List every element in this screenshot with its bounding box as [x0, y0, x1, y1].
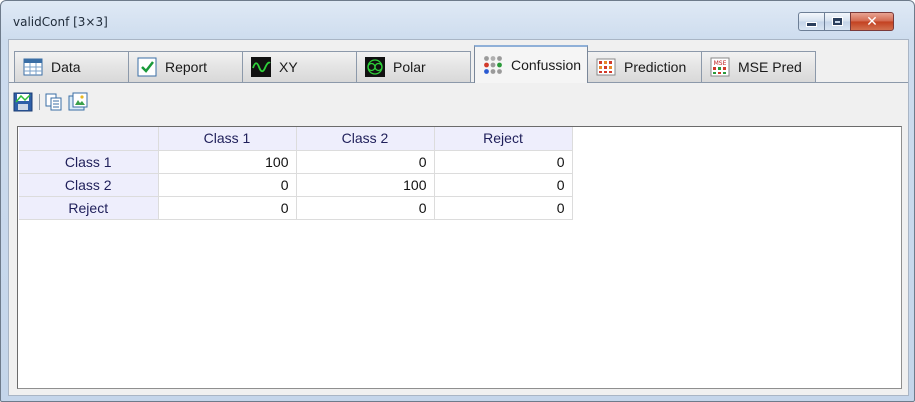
xy-wave-icon: [251, 57, 271, 77]
window-controls: ✕: [798, 12, 894, 32]
row-header[interactable]: Class 2: [19, 173, 159, 197]
close-button[interactable]: ✕: [850, 12, 894, 31]
table-row: Class 2 0 100 0: [19, 173, 573, 197]
toolbar: [13, 91, 92, 113]
copy-icon: [44, 93, 64, 116]
tab-label: Report: [165, 59, 208, 75]
app-window: validConf [3×3] ✕ Data Report XY Polar C…: [0, 0, 915, 402]
column-header[interactable]: Reject: [434, 127, 573, 151]
confusion-matrix-table: Class 1 Class 2 Reject Class 1 100 0 0 C…: [19, 127, 573, 220]
table-cell[interactable]: 100: [158, 150, 297, 174]
tab-prediction[interactable]: Prediction: [587, 51, 702, 82]
tab-data[interactable]: Data: [14, 51, 129, 82]
polar-plot-icon: [365, 57, 385, 77]
table-row: Reject 0 0 0: [19, 196, 573, 220]
close-icon: ✕: [866, 13, 878, 30]
tab-strip: Data Report XY Polar Confussion Predicti…: [9, 45, 908, 83]
tab-polar[interactable]: Polar: [356, 51, 471, 82]
prediction-grid-icon: [596, 57, 616, 77]
mse-pred-icon: MSE: [710, 57, 730, 77]
tab-label: XY: [279, 59, 298, 75]
header-row: Class 1 Class 2 Reject: [19, 127, 573, 151]
tab-label: Confussion: [511, 57, 582, 73]
table-cell[interactable]: 0: [296, 150, 435, 174]
export-image-button[interactable]: [68, 92, 88, 112]
minimize-icon: [806, 22, 817, 27]
column-header[interactable]: Class 2: [296, 127, 435, 151]
window-title: validConf [3×3]: [13, 15, 108, 29]
row-header[interactable]: Class 1: [19, 150, 159, 174]
tab-label: Prediction: [624, 59, 687, 75]
tab-xy[interactable]: XY: [242, 51, 357, 82]
tab-label: Data: [51, 59, 81, 75]
svg-text:MSE: MSE: [714, 60, 727, 67]
table-cell[interactable]: 0: [296, 196, 435, 220]
tab-label: Polar: [393, 59, 426, 75]
tab-report[interactable]: Report: [128, 51, 243, 82]
confusion-dots-icon: [483, 55, 503, 75]
confusion-matrix-grid[interactable]: Class 1 Class 2 Reject Class 1 100 0 0 C…: [17, 126, 902, 389]
title-bar[interactable]: validConf [3×3] ✕: [1, 1, 914, 41]
table-row: Class 1 100 0 0: [19, 150, 573, 174]
corner-cell[interactable]: [19, 127, 159, 151]
tab-mse-pred[interactable]: MSE MSE Pred: [701, 51, 816, 82]
table-cell[interactable]: 0: [434, 150, 573, 174]
table-cell[interactable]: 0: [434, 196, 573, 220]
save-button[interactable]: [13, 92, 33, 112]
minimize-button[interactable]: [798, 12, 824, 31]
save-icon: [13, 92, 33, 116]
data-table-icon: [23, 57, 43, 77]
row-header[interactable]: Reject: [19, 196, 159, 220]
export-image-icon: [68, 92, 88, 116]
table-cell[interactable]: 100: [296, 173, 435, 197]
maximize-icon: [833, 18, 842, 25]
client-area: Data Report XY Polar Confussion Predicti…: [8, 39, 909, 396]
table-cell[interactable]: 0: [158, 196, 297, 220]
checkmark-icon: [137, 57, 157, 77]
tab-confussion[interactable]: Confussion: [474, 45, 588, 83]
maximize-button[interactable]: [824, 12, 850, 31]
toolbar-separator: [39, 94, 40, 110]
copy-button[interactable]: [44, 92, 64, 112]
table-cell[interactable]: 0: [434, 173, 573, 197]
column-header[interactable]: Class 1: [158, 127, 297, 151]
table-cell[interactable]: 0: [158, 173, 297, 197]
tab-label: MSE Pred: [738, 59, 802, 75]
